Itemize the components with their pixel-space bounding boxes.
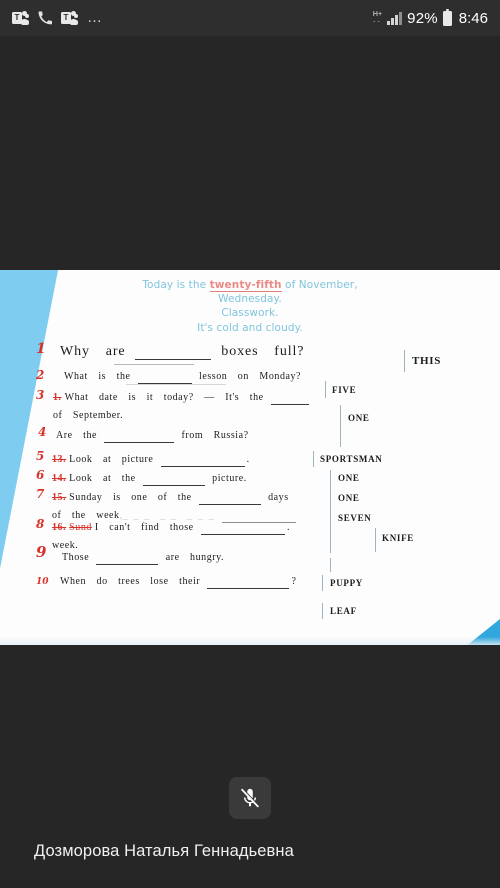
exercise-text: What is the lesson on Monday? bbox=[64, 371, 302, 384]
teams-icon bbox=[12, 11, 29, 25]
exercise-row[interactable]: 8 16. Sund I can't find those . week. bbox=[36, 517, 492, 551]
participant-name-label: Дозморова Наталья Геннадьевна bbox=[34, 842, 294, 860]
exercise-text: When do trees lose their ? bbox=[60, 576, 297, 589]
lesson-header-line4: It's cold and cloudy. bbox=[197, 321, 303, 334]
answer-divider bbox=[404, 350, 406, 372]
answer-word: THIS bbox=[412, 355, 442, 367]
lesson-header-line1: Today is the twenty-fifth of November, bbox=[0, 278, 500, 292]
answer-divider bbox=[322, 603, 324, 619]
answer-divider bbox=[375, 528, 377, 552]
crossed-out-number: 1. bbox=[53, 392, 62, 403]
handwritten-number: 2 bbox=[36, 368, 45, 382]
crossed-out-number: 16. bbox=[52, 522, 67, 533]
exercise-text: 14. Look at the picture. bbox=[52, 473, 247, 486]
exercise-row[interactable]: 5 13. Look at picture . bbox=[36, 449, 492, 468]
lesson-header: Today is the twenty-fifth of November, W… bbox=[0, 278, 500, 335]
overflow-dots-icon: … bbox=[87, 9, 103, 26]
answer-word: KNIFE bbox=[382, 533, 415, 543]
header-date-highlight: twenty-fifth bbox=[209, 279, 282, 292]
exercise-text: 13. Look at picture . bbox=[52, 454, 250, 467]
network-type-icon: H+ ·· bbox=[372, 11, 383, 26]
answer-word: PUPPY bbox=[330, 578, 363, 588]
answer-word: LEAF bbox=[330, 606, 357, 616]
lesson-header-line3: Classwork. bbox=[221, 307, 279, 320]
shared-screen-document[interactable]: Today is the twenty-fifth of November, W… bbox=[0, 270, 500, 645]
exercise-text: Those are hungry. bbox=[62, 552, 225, 565]
exercise-row[interactable]: 9 Those are hungry. bbox=[36, 543, 492, 571]
handwritten-number: 1 bbox=[36, 341, 46, 357]
video-call-screen: … H+ ·· 92% 8:46 Today is the twenty-fif… bbox=[0, 0, 500, 888]
exercise-row[interactable]: 10 When do trees lose their ? bbox=[36, 571, 492, 593]
signal-bars-icon bbox=[387, 11, 403, 25]
answer-divider bbox=[325, 381, 327, 398]
status-bar-left: … bbox=[12, 9, 103, 26]
teams-icon bbox=[61, 11, 78, 25]
exercise-text: Why are boxes full? bbox=[60, 344, 305, 360]
answer-word: FIVE bbox=[332, 385, 357, 395]
header-prefix: Today is the bbox=[142, 279, 210, 291]
clock-label: 8:46 bbox=[458, 9, 488, 27]
lesson-header-line2: Wednesday. bbox=[218, 293, 282, 306]
status-bar: … H+ ·· 92% 8:46 bbox=[0, 0, 500, 36]
status-bar-right: H+ ·· 92% 8:46 bbox=[372, 8, 488, 27]
exercise-row[interactable]: 4 Are the from Russia? bbox=[36, 425, 492, 449]
handwritten-number: 9 bbox=[36, 543, 47, 561]
exercise-text: 1. What date is it today? — It's the of S… bbox=[53, 392, 311, 421]
overlap-ghost-text: Sund bbox=[69, 522, 92, 533]
exercise-row[interactable]: 2 What is the lesson on Monday? bbox=[36, 366, 492, 387]
exercise-row[interactable]: 3 1. What date is it today? — It's the of… bbox=[36, 387, 492, 421]
answer-divider bbox=[322, 575, 324, 591]
battery-percent-label: 92% bbox=[407, 9, 438, 27]
exercise-row[interactable]: 6 14. Look at the picture. bbox=[36, 468, 492, 487]
exercise-list: 1 Why are boxes full? 2 What is the less… bbox=[36, 342, 492, 593]
answer-divider bbox=[340, 405, 342, 447]
phone-icon bbox=[38, 11, 52, 25]
slide-bottom-fade bbox=[0, 637, 500, 645]
answer-word: ONE bbox=[338, 473, 360, 483]
answer-word: ONE bbox=[348, 413, 370, 423]
answer-divider bbox=[330, 558, 332, 572]
header-suffix: of November, bbox=[281, 279, 358, 291]
battery-icon bbox=[442, 8, 452, 26]
microphone-muted-icon[interactable] bbox=[229, 777, 271, 819]
answer-word: SEVEN bbox=[338, 513, 372, 523]
handwritten-number: 10 bbox=[36, 577, 49, 587]
answer-divider bbox=[313, 451, 315, 467]
answer-word: ONE bbox=[338, 493, 360, 503]
crossed-out-number: 14. bbox=[52, 473, 67, 484]
exercise-text: Are the from Russia? bbox=[56, 430, 249, 443]
crossed-out-number: 15. bbox=[52, 492, 67, 503]
answer-word: SPORTSMAN bbox=[320, 454, 383, 464]
exercise-row[interactable]: 7 15. Sunday is one of the days of the wee… bbox=[36, 487, 492, 523]
crossed-out-number: 13. bbox=[52, 454, 67, 465]
answer-divider bbox=[330, 470, 332, 553]
